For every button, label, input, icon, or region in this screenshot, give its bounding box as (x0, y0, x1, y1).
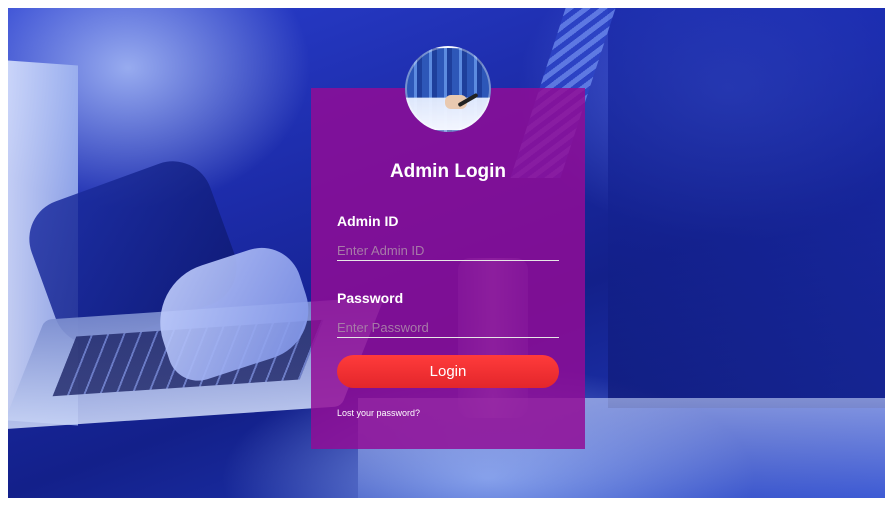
password-label: Password (337, 290, 404, 306)
admin-id-label: Admin ID (337, 213, 399, 229)
admin-id-input[interactable] (337, 240, 559, 261)
login-button[interactable]: Login (337, 355, 559, 388)
lost-password-link[interactable]: Lost your password? (337, 408, 420, 418)
login-title: Admin Login (389, 161, 507, 182)
password-input[interactable] (337, 317, 559, 338)
suit-shape (608, 8, 885, 408)
login-card (311, 88, 585, 449)
business-avatar-icon (405, 46, 491, 132)
